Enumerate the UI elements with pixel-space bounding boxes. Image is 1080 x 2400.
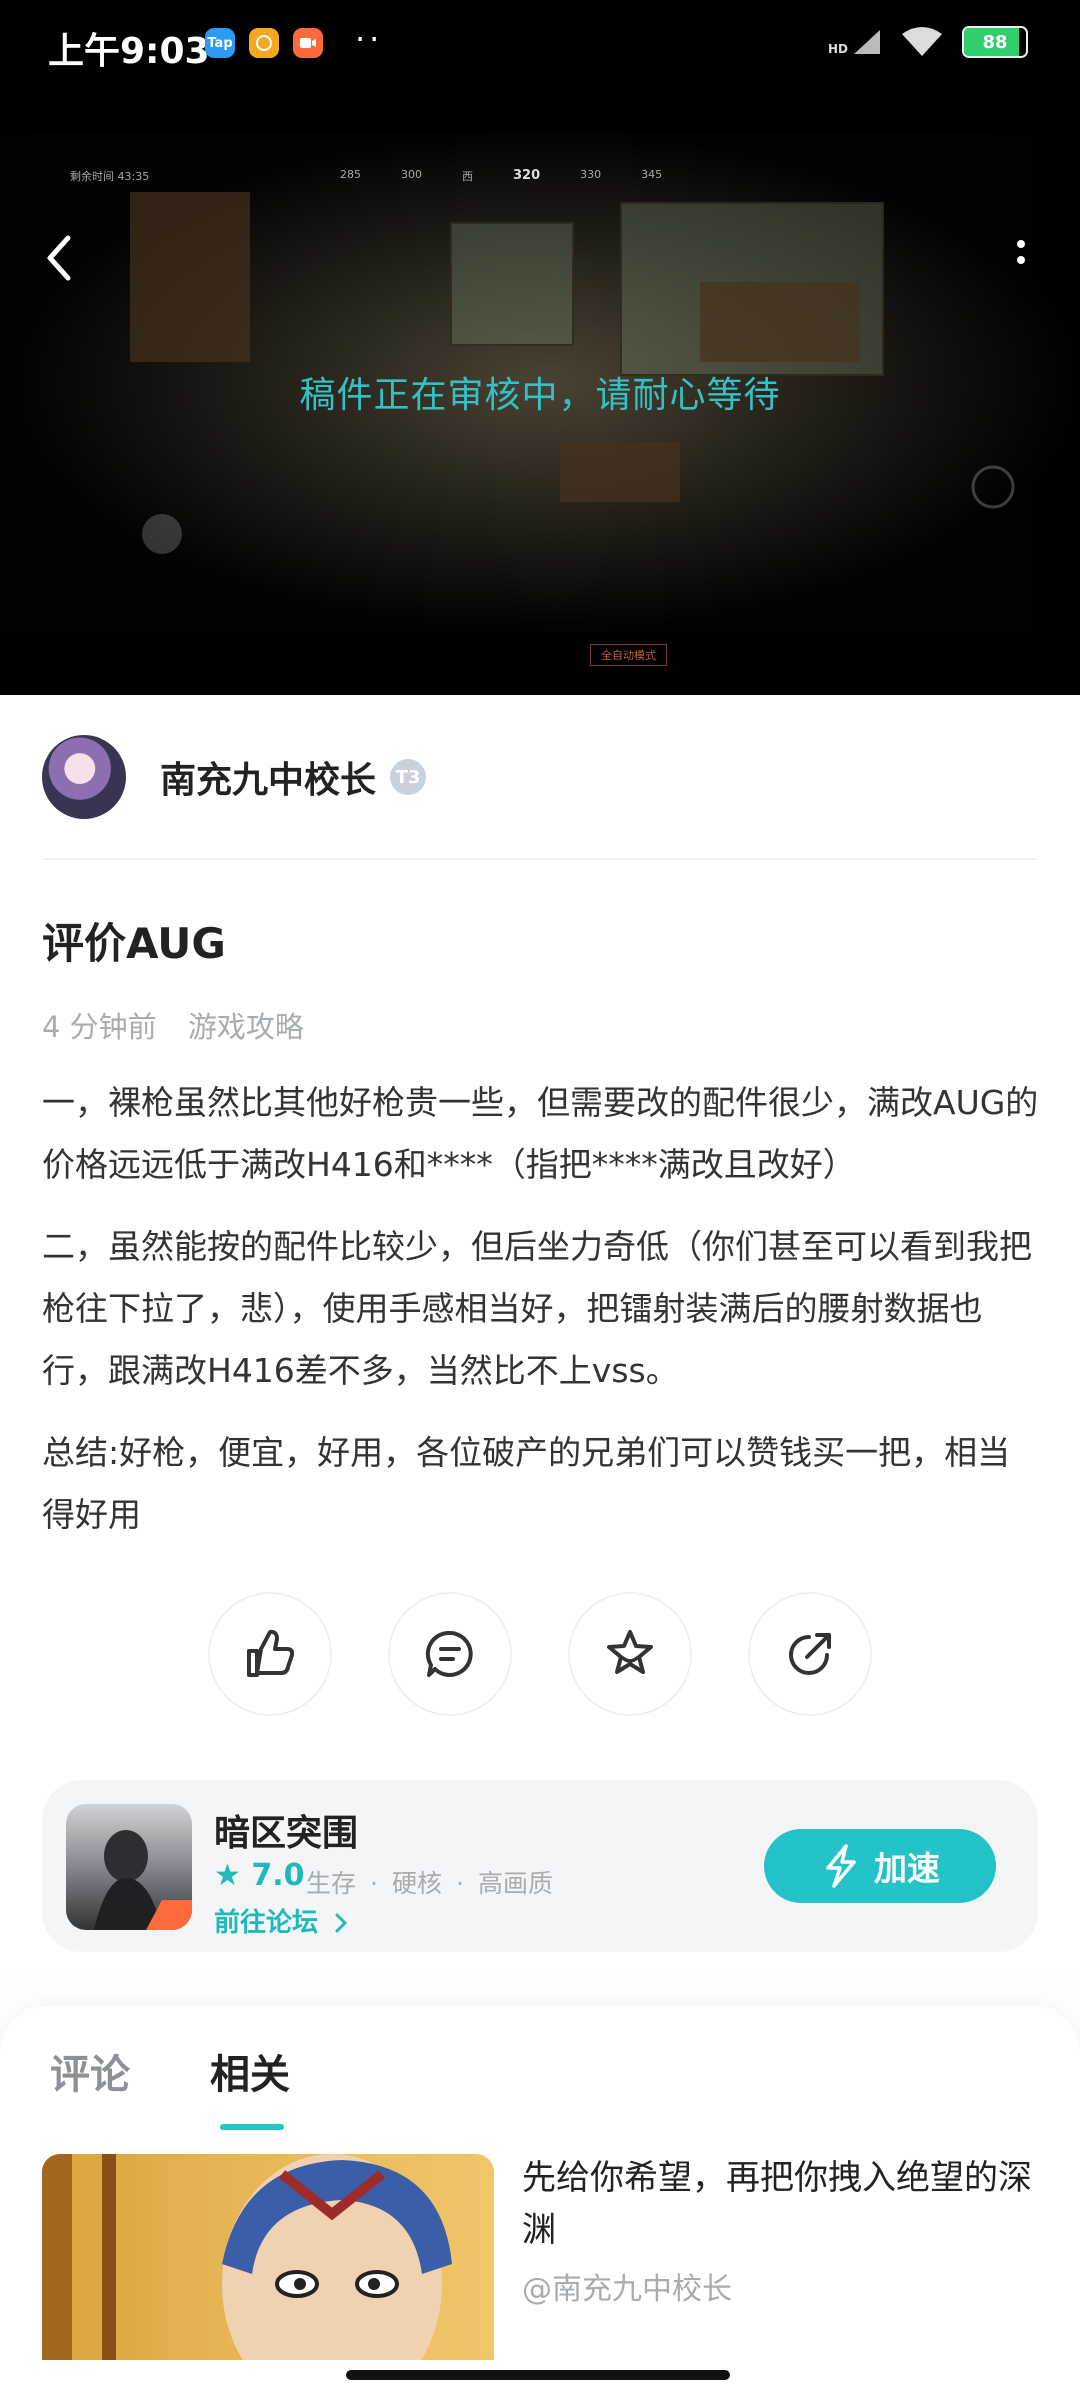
lightning-icon [826,1844,856,1888]
video-player[interactable]: 剩余时间 43:35 285 300 西 320 330 345 全自动模式 稿… [0,92,1080,695]
tab-related[interactable]: 相关 [210,2042,290,2100]
game-tag: 硬核 [391,1869,442,1898]
home-indicator[interactable] [346,2370,730,2380]
post-body: 一，裸枪虽然比其他好枪贵一些，但需要改的配件很少，满改AUG的价格远远低于满改H… [42,1072,1042,1566]
hd-signal-icon: HD [828,28,882,56]
favorite-button[interactable] [568,1592,692,1716]
status-bar: 上午9:03 Tap ·· HD 88 [0,0,1080,92]
author-row[interactable]: 南充九中校长 T3 [42,732,427,822]
hud-joystick-icon [142,514,182,554]
post-category[interactable]: 游戏攻略 [188,1010,304,1044]
post-time: 4 分钟前 [42,1010,157,1044]
chevron-right-icon [335,1913,347,1933]
back-arrow-icon[interactable] [38,230,82,286]
tag-separator: · [455,1869,464,1898]
tag-separator: · [370,1869,378,1898]
divider [42,858,1038,860]
author-name[interactable]: 南充九中校长 [160,751,376,803]
related-title[interactable]: 先给你希望，再把你拽入绝望的深渊 [522,2152,1042,2256]
browser-icon [249,28,279,58]
post-meta: 4 分钟前 游戏攻略 [42,1004,304,1046]
post-actions [208,1592,872,1716]
compass-value: 320 [513,168,541,183]
star-icon: ★ [214,1858,241,1893]
share-icon [789,1633,831,1675]
like-button[interactable] [208,1592,332,1716]
hud-crosshair-icon [971,465,1015,509]
review-status-message: 稿件正在审核中，请耐心等待 [299,375,781,416]
game-card[interactable]: 暗区突围 ★ 7.0 生存 · 硬核 · 高画质 前往论坛 加速 [42,1780,1038,1952]
status-more-icon: ·· [355,20,384,58]
game-icon[interactable] [66,1804,192,1930]
game-tag: 高画质 [477,1869,553,1898]
status-right-indicators: HD 88 [828,26,1028,58]
speed-up-button[interactable]: 加速 [764,1829,996,1903]
related-thumbnail[interactable] [42,2154,494,2360]
status-time: 上午9:03 [48,31,210,72]
game-name[interactable]: 暗区突围 [214,1804,358,1856]
battery-level: 88 [982,31,1008,53]
active-tab-indicator [220,2124,284,2130]
game-rating: ★ 7.0 [214,1858,305,1893]
rating-value: 7.0 [251,1858,305,1893]
compass-value: 300 [401,168,422,181]
more-options-icon[interactable] [1014,238,1028,282]
comment-button[interactable] [388,1592,512,1716]
compass-value: 285 [340,168,361,181]
post-title: 评价AUG [42,919,226,968]
hud-compass: 285 300 西 320 330 345 [340,168,662,184]
taptap-icon: Tap [205,28,235,58]
hud-mode-button: 全自动模式 [590,644,667,666]
game-tag: 生存 [306,1869,357,1898]
level-badge: T3 [390,759,427,795]
avatar[interactable] [42,735,126,819]
tab-comments[interactable]: 评论 [50,2042,130,2100]
compass-value: 西 [462,170,473,183]
post-paragraph: 总结:好枪，便宜，好用，各位破产的兄弟们可以赞钱买一把，相当得好用 [42,1433,1011,1534]
forum-link-label: 前往论坛 [214,1908,319,1938]
game-tags: 生存 · 硬核 · 高画质 [306,1864,553,1900]
status-app-icons: Tap [205,28,323,58]
hud-timer: 剩余时间 43:35 [70,170,150,183]
post-paragraph: 二，虽然能按的配件比较少，但后坐力奇低（你们甚至可以看到我把枪往下拉了，悲），使… [42,1227,1032,1390]
forum-link[interactable]: 前往论坛 [214,1902,349,1939]
post-paragraph: 一，裸枪虽然比其他好枪贵一些，但需要改的配件很少，满改AUG的价格远远低于满改H… [42,1083,1039,1184]
compass-value: 330 [580,168,602,181]
compass-value: 345 [641,168,663,181]
wifi-icon [902,27,942,56]
battery-icon: 88 [962,26,1028,58]
share-button[interactable] [748,1592,872,1716]
hd-label: HD [827,42,848,56]
video-icon [293,28,323,58]
star-icon [607,1630,653,1674]
thumbs-up-icon [247,1629,295,1677]
comment-icon [425,1630,473,1677]
related-author[interactable]: @南充九中校长 [522,2264,732,2308]
speed-up-label: 加速 [874,1849,940,1888]
